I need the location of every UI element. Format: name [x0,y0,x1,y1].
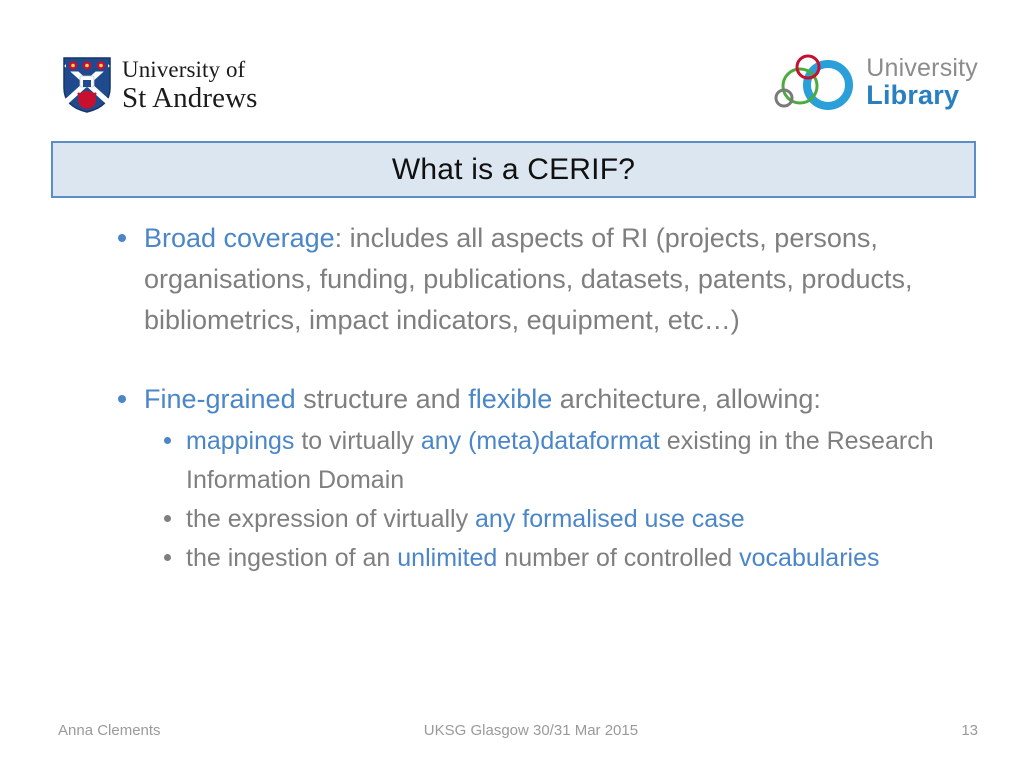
sub-bullet-2-part3: number of controlled [497,544,740,572]
bullet2-part2: structure and [295,384,469,414]
st-andrews-wordmark: University of St Andrews [122,58,258,113]
sub-bullet-marker-icon [164,515,171,522]
library-wordmark: University Library [866,53,978,111]
bullet2-part3: flexible [468,384,553,414]
sub-bullet-mappings: mappings to virtually any (meta)dataform… [158,422,990,500]
university-of-st-andrews-logo: University of St Andrews [62,56,258,114]
bullet-marker-icon [118,395,126,403]
bullet2-part1: Fine-grained [144,384,296,414]
library-wordmark-line2: Library [866,80,960,111]
bullet1-highlight: Broad coverage [144,223,335,253]
st-andrews-wordmark-line2: St Andrews [122,81,258,114]
sub-bullet-0-part3: any (meta)dataformat [420,427,660,455]
sub-bullet-1-part1: the expression of virtually [186,505,476,533]
sub-bullet-2-part4: vocabularies [739,544,880,572]
sub-bullet-marker-icon [164,437,171,444]
sub-bullet-marker-icon [164,554,171,561]
st-andrews-wordmark-line1: University of [122,56,246,82]
slide-title: What is a CERIF? [391,152,636,186]
footer-page-number: 13 [961,722,978,739]
sub-bullet-2-part1: the ingestion of an [186,544,398,572]
slide-body: Broad coverage: includes all aspects of … [110,218,990,578]
bullet-marker-icon [118,234,126,242]
sub-bullet-2-part2: unlimited [397,544,498,572]
library-rings-icon [774,54,854,110]
sub-bullet-0-part1: mappings [186,427,295,455]
sub-bullet-expression: the expression of virtually any formalis… [158,500,990,539]
sub-bullet-list: mappings to virtually any (meta)dataform… [110,422,990,578]
bullet-fine-grained: Fine-grained structure and flexible arch… [110,379,990,420]
sub-bullet-0-part2: to virtually [294,427,421,455]
footer-author: Anna Clements [58,722,161,739]
sub-bullet-1-part2: any formalised use case [475,505,745,533]
st-andrews-crest-icon [63,57,111,113]
slide-footer: Anna Clements UKSG Glasgow 30/31 Mar 201… [58,722,978,739]
bullet-broad-coverage: Broad coverage: includes all aspects of … [110,218,990,341]
library-wordmark-line1: University [866,53,978,82]
university-library-logo: University Library [766,52,978,114]
slide-title-bar: What is a CERIF? [51,141,976,198]
sub-bullet-ingestion: the ingestion of an unlimited number of … [158,539,990,578]
footer-event: UKSG Glasgow 30/31 Mar 2015 [423,722,639,739]
bullet2-part4: architecture, allowing: [552,384,821,414]
presentation-slide: University of St Andrews University Libr… [0,0,1024,768]
